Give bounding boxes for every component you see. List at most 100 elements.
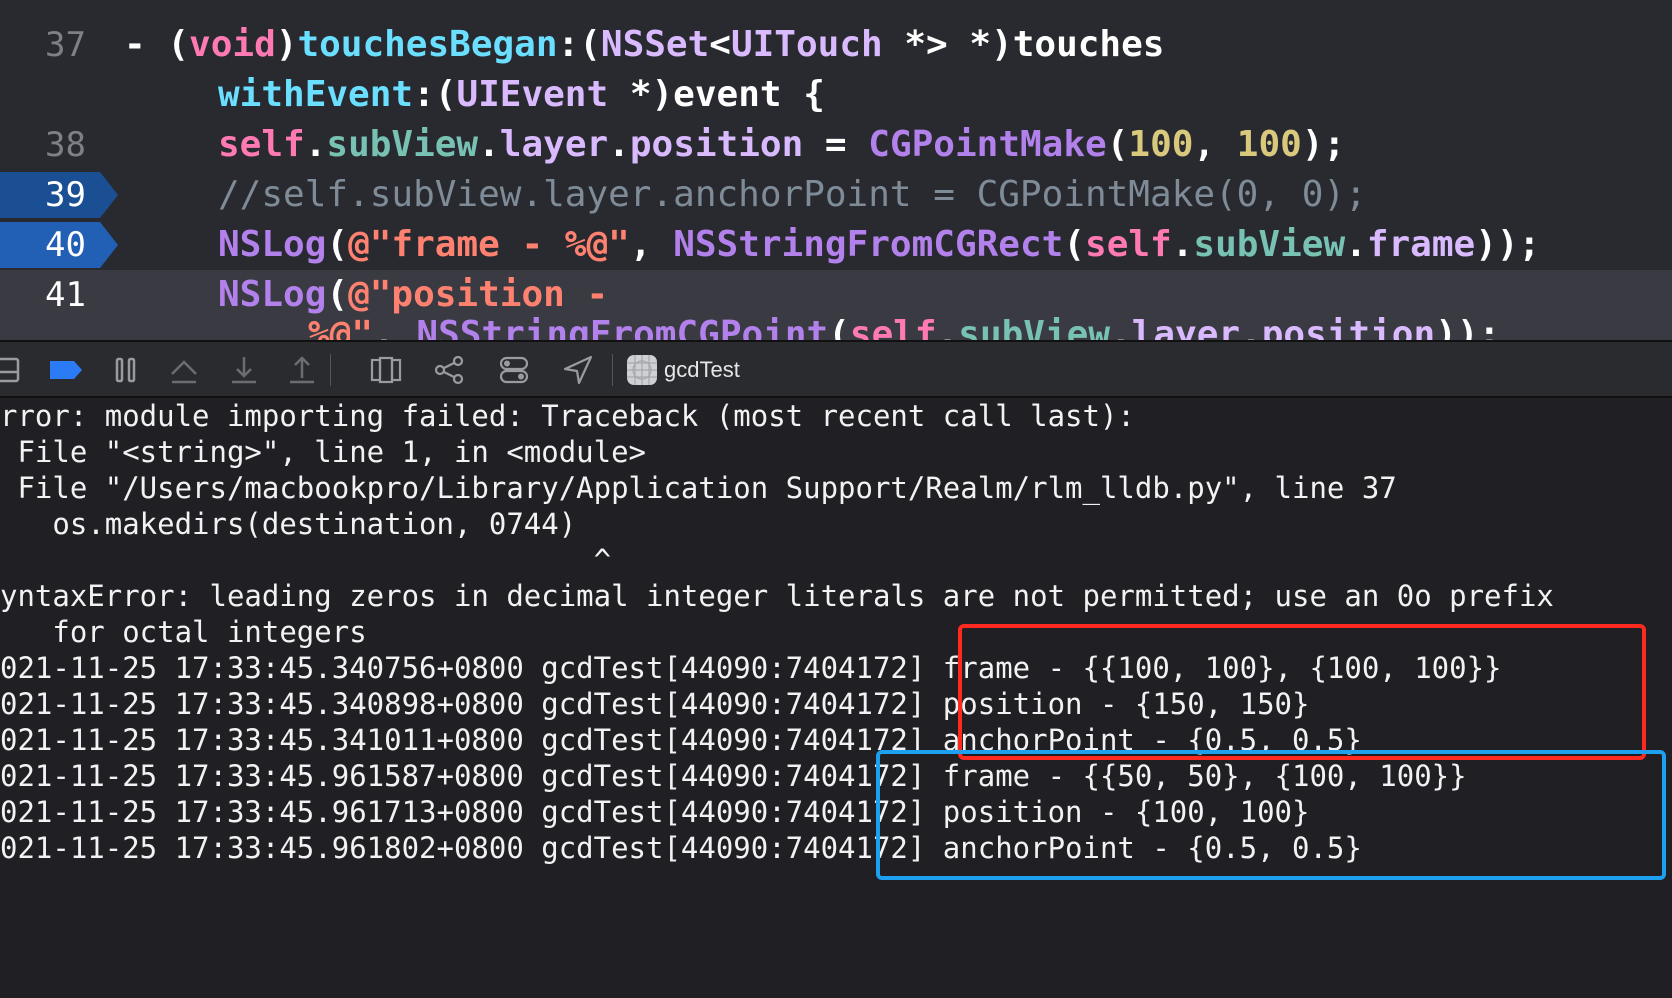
breakpoints-toggle-icon[interactable] [48,352,84,388]
code-token: . [1110,314,1132,340]
code-token: ( [326,224,349,265]
code-token: ( [167,24,190,65]
line-number-partial: 36 [0,0,108,10]
code-line[interactable]: 38 self.subView.layer.position = CGPoint… [0,120,1672,170]
code-text: self.subView.layer.position = CGPointMak… [218,120,1345,170]
code-token: NSSet [600,24,710,65]
code-token: < [709,24,731,65]
code-token: = [803,124,869,165]
view-debugger-icon[interactable] [368,352,404,388]
step-out-icon[interactable] [284,352,320,388]
code-token: *> *)touches [882,24,1165,65]
code-token: *)event { [608,74,825,115]
code-token: ) [275,24,298,65]
hide-debug-area-icon[interactable] [0,352,30,388]
code-token: self [849,314,937,340]
code-token: . [478,124,500,165]
app-icon [624,352,660,388]
code-token: touchesBegan [297,24,558,65]
code-token: :( [557,24,601,65]
code-text: //self.subView.layer.anchorPoint = CGPoi… [218,170,1367,220]
code-token: NSStringFromCGPoint [416,314,829,340]
code-line[interactable]: withEvent:(UIEvent *)event { [0,70,1672,120]
environment-overrides-icon[interactable] [496,352,532,388]
code-text: %@", NSStringFromCGPoint(self.subView.la… [308,310,1500,340]
code-token: NSLog [218,224,327,265]
code-token: ( [1063,224,1086,265]
red-highlight-box [958,624,1646,760]
code-token: layer [499,124,609,165]
code-token: , [1193,124,1237,165]
code-token: . [1345,224,1367,265]
code-token: subView [1193,224,1346,265]
code-token: - [124,24,168,65]
simulate-location-icon[interactable] [560,352,596,388]
code-token: position [1261,314,1436,340]
debug-bar: gcdTest [0,340,1672,398]
console-line: os.makedirs(destination, 0744) [0,507,577,541]
code-token: 100 [1128,124,1194,165]
code-line[interactable]: 39 //self.subView.layer.anchorPoint = CG… [0,170,1672,220]
code-token: ( [828,314,850,340]
toolbar-separator [330,354,331,386]
toolbar-separator [612,354,613,386]
code-token: self [218,124,305,165]
code-token: , [373,314,417,340]
code-token: NSLog [218,274,327,315]
code-text: NSLog(@"frame - %@", NSStringFromCGRect(… [218,220,1540,270]
line-number [0,70,108,120]
code-token: NSStringFromCGRect [673,224,1064,265]
code-token: %@" [308,314,374,340]
line-number: 37 [45,25,86,65]
current-code-line-wrap[interactable]: %@", NSStringFromCGPoint(self.subView.la… [0,314,1672,340]
blue-highlight-box [876,750,1666,880]
code-line[interactable]: 37 - (void)touchesBegan:(NSSet<UITouch *… [0,20,1672,70]
code-token: ( [326,274,349,315]
code-token: void [189,24,276,65]
code-token: layer [1131,314,1241,340]
step-into-icon[interactable] [226,352,262,388]
console-line: for octal integers [0,615,367,649]
debug-target-label[interactable]: gcdTest [664,342,740,398]
console-line: yntaxError: leading zeros in decimal int… [0,579,1554,613]
console-line: File "/Users/macbookpro/Library/Applicat… [0,471,1397,505]
line-number: 40 [45,225,86,265]
code-editor[interactable]: 36 37 - (void)touchesBegan:(NSSet<UITouc… [0,0,1672,340]
code-token: subView [958,314,1110,340]
code-text: - (void)touchesBegan:(NSSet<UITouch *> *… [124,20,1164,70]
code-token: ( [1106,124,1129,165]
code-token: ); [1301,124,1346,165]
code-line[interactable]: 40 NSLog(@"frame - %@", NSStringFromCGRe… [0,220,1672,270]
code-token: )); [1435,314,1501,340]
line-number: 38 [45,125,86,165]
code-token: . [1240,314,1262,340]
console-line: File "<string>", line 1, in <module> [0,435,647,469]
code-token: :( [413,74,457,115]
code-token: UIEvent [456,74,609,115]
code-token: , [629,224,674,265]
console-line: ^ [0,543,612,577]
code-token: frame [1366,224,1476,265]
code-token: )); [1475,224,1541,265]
console-line: rror: module importing failed: Traceback… [0,399,1135,433]
code-token: @"frame - %@" [348,224,630,265]
code-token: . [1171,224,1194,265]
code-token: @"position - [348,274,609,315]
step-over-icon[interactable] [166,352,202,388]
line-number: 41 [45,275,86,315]
code-token: self [1085,224,1172,265]
code-token: UITouch [730,24,883,65]
code-token: //self.subView.layer.anchorPoint = CGPoi… [218,174,1367,215]
code-token: subView [326,124,479,165]
debug-console[interactable]: rror: module importing failed: Traceback… [0,398,1672,998]
memory-graph-icon[interactable] [432,352,468,388]
code-token: 100 [1236,124,1302,165]
code-token: withEvent [218,74,414,115]
pause-icon[interactable] [108,352,144,388]
code-text: withEvent:(UIEvent *)event { [218,70,825,120]
code-token: . [608,124,630,165]
code-token: . [304,124,327,165]
code-token: position [629,124,804,165]
line-number: 39 [45,175,86,215]
code-token: CGPointMake [868,124,1107,165]
